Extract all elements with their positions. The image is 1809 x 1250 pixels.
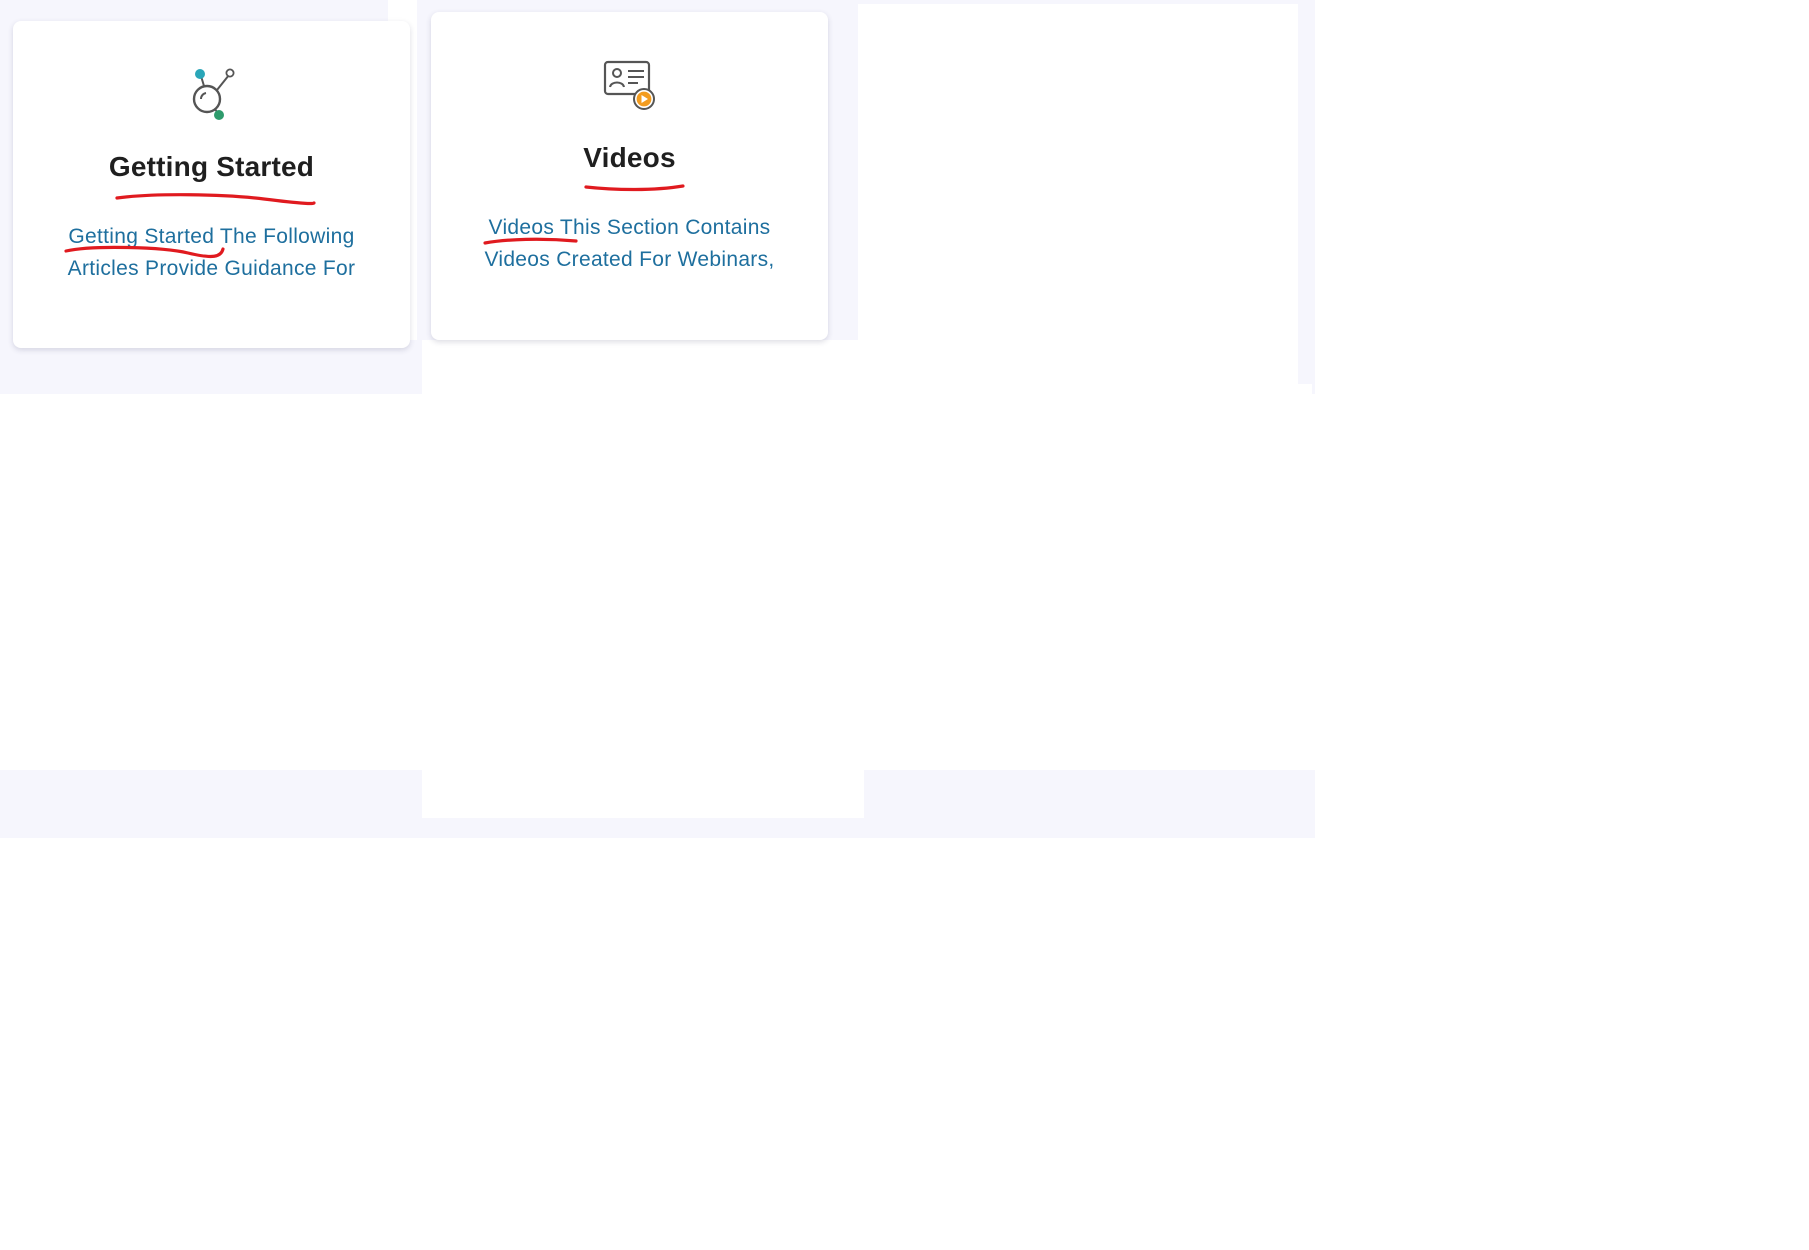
- network-nodes-icon: [192, 68, 235, 120]
- annotation-underline: [115, 193, 316, 206]
- card-title: Videos: [583, 142, 676, 173]
- annotation-underline: [64, 245, 225, 259]
- page-canvas: Getting Started Getting Started The Foll…: [0, 0, 1809, 1250]
- annotation-underline: [483, 237, 578, 245]
- video-id-card-icon: [603, 60, 655, 110]
- card-videos[interactable]: Videos Videos This Section Contains Vide…: [431, 12, 828, 340]
- annotation-underline: [584, 184, 685, 192]
- card-title: Getting Started: [108, 151, 315, 182]
- white-block: [858, 4, 1298, 384]
- white-block: [422, 340, 864, 818]
- white-block: [864, 384, 1312, 752]
- white-block: [0, 394, 422, 770]
- description-highlight: Videos: [488, 216, 555, 239]
- card-getting-started[interactable]: Getting Started Getting Started The Foll…: [13, 21, 410, 348]
